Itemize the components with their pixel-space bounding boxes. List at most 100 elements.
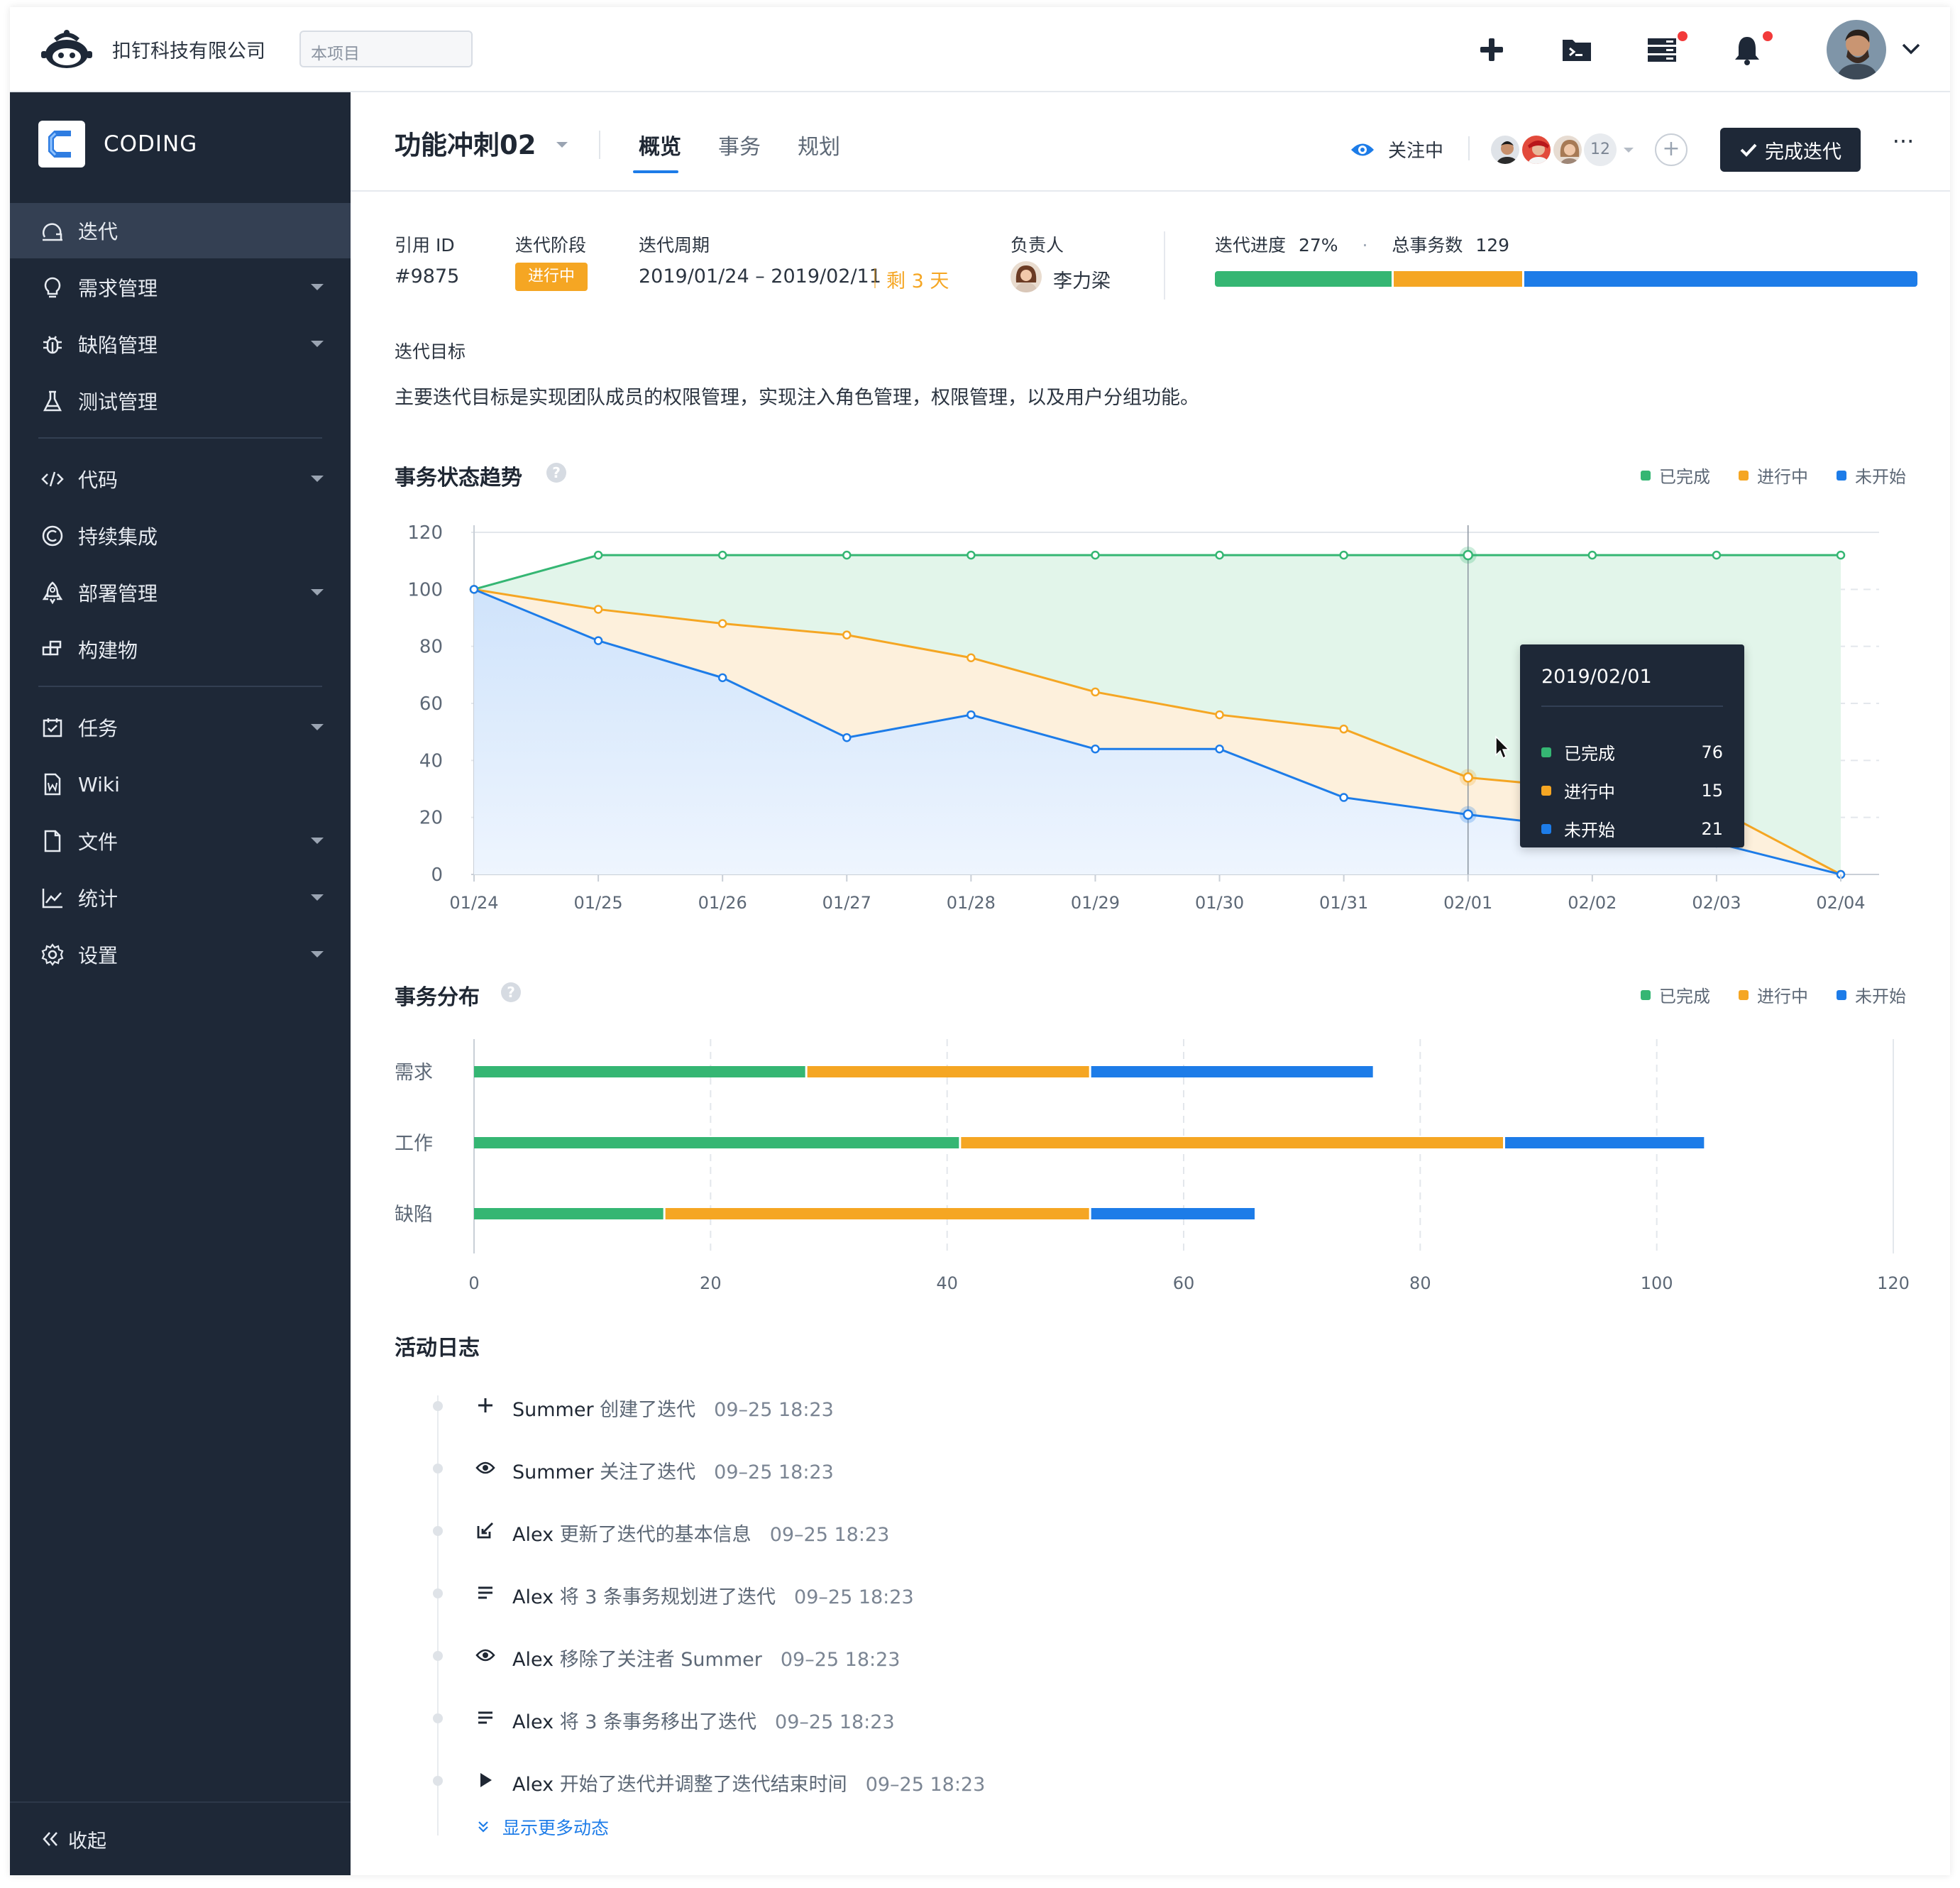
data-point-doing[interactable] — [842, 630, 852, 640]
legend-item-todo[interactable]: 未开始 — [1837, 982, 1906, 1007]
ci-icon — [40, 523, 65, 549]
activity-user[interactable]: Alex — [512, 1524, 554, 1546]
x-tick-label: 120 — [1877, 1273, 1910, 1293]
data-point-done[interactable] — [967, 550, 976, 560]
data-point-done[interactable] — [1587, 550, 1597, 560]
data-point-done[interactable] — [1463, 549, 1473, 561]
timeline-dot — [433, 1526, 443, 1536]
data-point-todo[interactable] — [967, 710, 976, 720]
server-list-icon[interactable] — [1645, 33, 1679, 67]
x-tick-label: 01/24 — [449, 893, 498, 913]
activity-action: 创建了迭代 — [600, 1399, 696, 1421]
project-folder-icon[interactable] — [1560, 33, 1594, 67]
bar-segment[interactable] — [665, 1208, 1089, 1219]
data-point-doing[interactable] — [717, 619, 727, 628]
search-scope-input[interactable]: 本项目 — [299, 31, 473, 67]
sidebar-item-ci[interactable]: 持续集成 — [10, 508, 351, 564]
activity-user[interactable]: Alex — [512, 1586, 554, 1608]
data-point-done[interactable] — [1712, 550, 1722, 560]
collapse-sidebar-button[interactable]: 收起 — [10, 1801, 351, 1875]
data-point-todo[interactable] — [593, 636, 603, 645]
chevron-down-icon[interactable] — [1900, 40, 1922, 57]
data-point-done[interactable] — [1091, 550, 1100, 560]
sidebar-item-tasks[interactable]: 任务 — [10, 700, 351, 755]
data-point-done[interactable] — [1339, 550, 1348, 560]
company-name[interactable]: 扣钉科技有限公司 — [112, 35, 265, 63]
rocket-icon — [40, 580, 65, 605]
activity-action: 移除了关注者 Summer — [559, 1649, 762, 1671]
data-point-todo[interactable] — [1215, 745, 1224, 754]
x-tick-label: 40 — [936, 1273, 958, 1293]
data-point-todo[interactable] — [1463, 809, 1473, 820]
bar-segment[interactable] — [961, 1137, 1503, 1148]
data-point-todo[interactable] — [842, 732, 852, 742]
data-point-doing[interactable] — [1339, 724, 1348, 734]
data-point-done[interactable] — [1215, 550, 1224, 560]
data-point-todo[interactable] — [469, 585, 479, 594]
data-point-doing[interactable] — [967, 653, 976, 662]
show-more-link[interactable]: 显示更多动态 — [475, 1814, 609, 1840]
legend-item-done[interactable]: 已完成 — [1641, 982, 1710, 1007]
notification-dot — [1763, 31, 1773, 41]
y-tick-label: 120 — [407, 522, 443, 544]
tooltip-value: 15 — [1701, 780, 1723, 801]
activity-user[interactable]: Alex — [512, 1711, 554, 1733]
bar-segment[interactable] — [474, 1137, 959, 1148]
y-tick-label: 0 — [431, 865, 443, 886]
bar-segment[interactable] — [474, 1208, 664, 1219]
sidebar-item-defects[interactable]: 缺陷管理 — [10, 317, 351, 372]
activity-user[interactable]: Summer — [512, 1461, 594, 1483]
sidebar-item-wiki[interactable]: Wiki — [10, 757, 351, 812]
mascot-logo-icon[interactable] — [38, 28, 95, 71]
sidebar-item-iteration[interactable]: 迭代 — [10, 203, 351, 258]
sidebar-item-artifacts[interactable]: 构建物 — [10, 622, 351, 677]
data-point-todo[interactable] — [1339, 793, 1348, 802]
tooltip-value: 21 — [1701, 818, 1723, 839]
sidebar-item-stats[interactable]: 统计 — [10, 870, 351, 926]
activity-item: Summer 创建了迭代 09–25 18:23 — [351, 1391, 1770, 1421]
sidebar-item-testing[interactable]: 测试管理 — [10, 373, 351, 429]
sidebar-item-label: 部署管理 — [78, 582, 158, 605]
bar-segment[interactable] — [1505, 1137, 1705, 1148]
help-icon[interactable]: ? — [501, 982, 521, 1002]
data-point-todo[interactable] — [1091, 745, 1100, 754]
sidebar-item-requirements[interactable]: 需求管理 — [10, 260, 351, 315]
sidebar-item-settings[interactable]: 设置 — [10, 927, 351, 982]
data-point-done[interactable] — [717, 550, 727, 560]
bell-icon[interactable] — [1730, 33, 1764, 67]
data-point-done[interactable] — [593, 550, 603, 560]
bar-segment[interactable] — [1091, 1208, 1255, 1219]
brand[interactable]: CODING — [38, 121, 197, 168]
sidebar-item-label: 测试管理 — [78, 390, 158, 414]
caret-down-icon — [311, 724, 324, 730]
data-point-doing[interactable] — [1463, 772, 1473, 783]
data-point-doing[interactable] — [1215, 710, 1224, 720]
activity-text: Alex 移除了关注者 Summer 09–25 18:23 — [512, 1644, 900, 1672]
sidebar-item-deploy[interactable]: 部署管理 — [10, 565, 351, 620]
plus-icon[interactable] — [1475, 33, 1509, 67]
data-point-doing[interactable] — [593, 605, 603, 614]
sidebar-item-code[interactable]: 代码 — [10, 451, 351, 507]
tooltip-divider — [1541, 706, 1723, 707]
category-label: 工作 — [395, 1133, 433, 1155]
data-point-done[interactable] — [842, 550, 852, 560]
user-avatar[interactable] — [1827, 20, 1886, 79]
legend-item-doing[interactable]: 进行中 — [1739, 982, 1808, 1007]
activity-user[interactable]: Alex — [512, 1774, 554, 1796]
data-point-done[interactable] — [1836, 550, 1846, 560]
data-point-doing[interactable] — [1091, 687, 1100, 697]
bar-segment[interactable] — [474, 1066, 805, 1077]
activity-action: 将 3 条事务规划进了迭代 — [559, 1586, 776, 1608]
activity-user[interactable]: Summer — [512, 1399, 594, 1421]
bar-segment[interactable] — [807, 1066, 1089, 1077]
caret-down-icon — [311, 476, 324, 482]
sidebar-item-label: 任务 — [78, 717, 119, 740]
activity-text: Alex 将 3 条事务规划进了迭代 09–25 18:23 — [512, 1581, 914, 1609]
bar-segment[interactable] — [1091, 1066, 1373, 1077]
sidebar-item-files[interactable]: 文件 — [10, 813, 351, 869]
tooltip-label: 已完成 — [1564, 744, 1615, 764]
activity-user[interactable]: Alex — [512, 1649, 554, 1671]
data-point-todo[interactable] — [717, 673, 727, 683]
wiki-icon — [40, 772, 65, 797]
legend-label: 已完成 — [1659, 987, 1710, 1006]
